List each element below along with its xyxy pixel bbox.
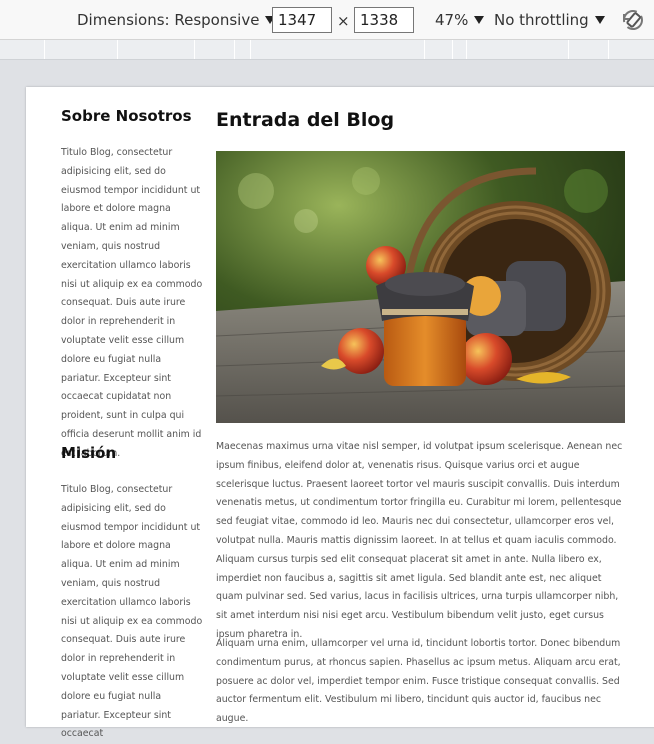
page-viewport: Sobre Nosotros Titulo Blog, consectetur … [26, 87, 654, 739]
height-input[interactable]: 1338 [354, 7, 414, 33]
caret-down-icon [594, 16, 605, 24]
zoom-dropdown[interactable]: 47% [435, 0, 485, 40]
post-paragraph-2: Aliquam urna enim, ullamcorper vel urna … [216, 638, 621, 725]
throttling-label: No throttling [494, 11, 589, 29]
rotate-icon[interactable] [621, 8, 645, 32]
dimensions-dropdown[interactable]: Dimensions: Responsive [77, 0, 276, 40]
sidebar-title-about: Sobre Nosotros [61, 107, 192, 125]
throttling-dropdown[interactable]: No throttling [494, 0, 605, 40]
times-symbol: × [337, 12, 350, 30]
sidebar-text-mission: Titulo Blog, consectetur adipisicing eli… [61, 484, 203, 740]
width-input[interactable]: 1347 [272, 7, 332, 33]
device-toolbar: Dimensions: Responsive 1347 × 1338 47% N… [0, 0, 654, 40]
post-title: Entrada del Blog [216, 109, 395, 131]
sidebar-title-mission: Misión [61, 444, 117, 462]
basket-apples-jar-image [216, 151, 625, 423]
caret-down-icon [474, 16, 485, 24]
sidebar-text-about: Titulo Blog, consectetur adipisicing eli… [61, 147, 203, 459]
media-query-ruler[interactable] [0, 40, 654, 60]
post-paragraph-1: Maecenas maximus urna vitae nisl semper,… [216, 441, 623, 640]
dimensions-label: Dimensions: Responsive [77, 11, 260, 29]
zoom-label: 47% [435, 11, 469, 29]
hero-image [216, 151, 625, 423]
